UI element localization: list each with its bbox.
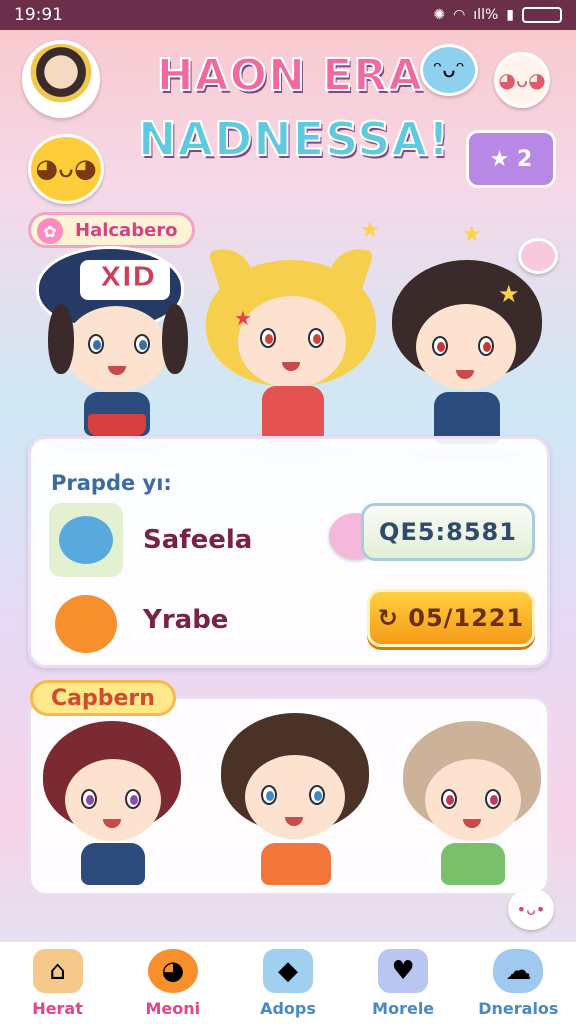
- battery-icon: [522, 7, 562, 23]
- house-icon: ⌂: [32, 949, 83, 993]
- character-cap-kid[interactable]: XID: [30, 226, 190, 456]
- blue-creature-icon: ᵔᴗᵔ: [420, 44, 478, 96]
- signal-indicator: ıll%: [473, 7, 499, 23]
- nav-item-dneralos[interactable]: ☁ Dneralos: [468, 949, 568, 1018]
- character-blonde-twin[interactable]: [397, 715, 547, 885]
- nav-item-morele[interactable]: ♥ Morele: [353, 949, 453, 1018]
- white-creature-icon: ◕ᴗ◕: [494, 52, 550, 108]
- nav-label: Dneralos: [478, 999, 559, 1018]
- blue-creature-icon: [49, 503, 123, 577]
- wifi-icon: ◠: [453, 7, 466, 23]
- bottom-nav: ⌂ Herat ◕ Meoni ◆ Adops ♥ Morele ☁ Dnera…: [0, 940, 576, 1024]
- row-name-1: Safeela: [143, 525, 253, 555]
- panel-title: Prapde yı:: [51, 471, 172, 495]
- code-pill[interactable]: QE5:8581: [361, 503, 535, 561]
- nav-item-herat[interactable]: ⌂ Herat: [8, 949, 108, 1018]
- character-brown-hair[interactable]: [215, 705, 375, 885]
- gem-icon: ◆: [262, 949, 313, 993]
- row-name-2: Yrabe: [143, 605, 229, 635]
- sim-icon: ▮: [506, 7, 514, 23]
- star-icon: ★: [462, 222, 482, 247]
- ghost-icon: •ᴗ•: [508, 888, 554, 930]
- game-title-line2: NADNESSA!: [137, 111, 450, 167]
- orange-creature-icon: [49, 587, 123, 661]
- character-dark-hair-girl[interactable]: ★: [386, 252, 548, 462]
- message-badge[interactable]: ★ 2: [466, 130, 556, 188]
- cap-label: XID: [99, 260, 156, 294]
- nav-item-meoni[interactable]: ◕ Meoni: [123, 949, 223, 1018]
- heart-icon: ♥: [378, 949, 429, 993]
- clock: 19:91: [14, 5, 63, 25]
- capbern-panel: [28, 696, 550, 896]
- nav-label: Meoni: [145, 999, 201, 1018]
- player-avatar[interactable]: [22, 40, 100, 118]
- game-title-line1: HAON ERA: [156, 49, 424, 102]
- pet-icon: ◕: [147, 949, 198, 993]
- nav-label: Adops: [260, 999, 316, 1018]
- capbern-label: Capbern: [30, 680, 176, 716]
- profile-panel: Prapde yı: Safeela QE5:8581 Yrabe ↻ 05/1…: [28, 436, 550, 668]
- yellow-smiley-icon: ◕ᴗ◕: [28, 134, 104, 204]
- bug-icon: ✺: [433, 7, 446, 23]
- nav-label: Herat: [32, 999, 83, 1018]
- character-red-hair[interactable]: [37, 715, 187, 885]
- character-cat-girl[interactable]: ★: [198, 236, 384, 462]
- nav-item-adops[interactable]: ◆ Adops: [238, 949, 338, 1018]
- status-bar: 19:91 ✺ ◠ ıll% ▮: [0, 0, 576, 30]
- nav-label: Morele: [372, 999, 435, 1018]
- refresh-button[interactable]: ↻ 05/1221: [367, 589, 535, 647]
- cloud-icon: ☁: [493, 949, 544, 993]
